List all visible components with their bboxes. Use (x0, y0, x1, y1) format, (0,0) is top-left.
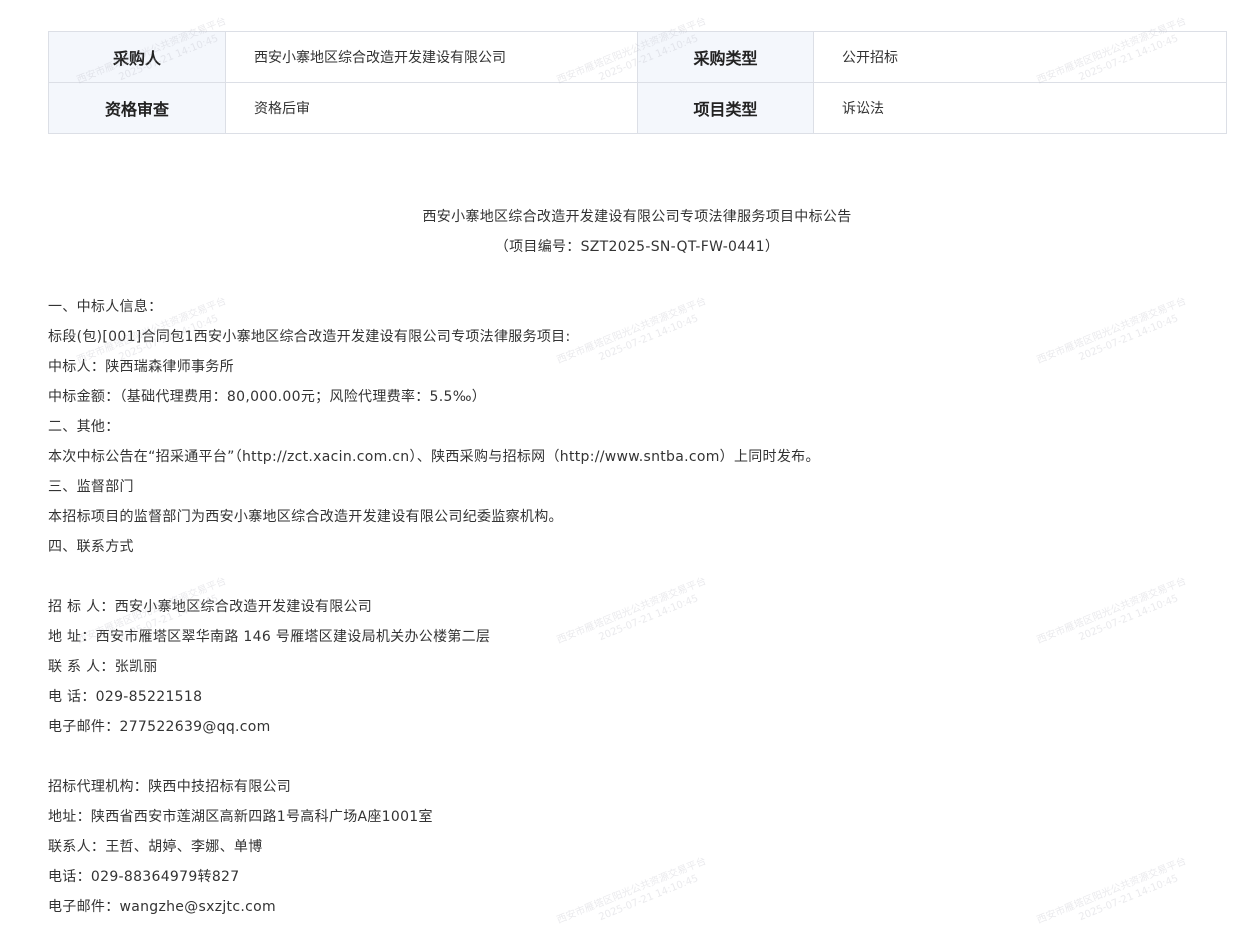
agency-email: 电子邮件：wangzhe@sxzjtc.com (48, 899, 276, 915)
winner-name: 中标人：陕西瑞森律师事务所 (48, 359, 234, 375)
notice-title: 西安小寨地区综合改造开发建设有限公司专项法律服务项目中标公告 (422, 209, 852, 225)
tenderer-name: 招 标 人：西安小寨地区综合改造开发建设有限公司 (48, 599, 373, 615)
info-row: 采购人 西安小寨地区综合改造开发建设有限公司 采购类型 公开招标 (48, 31, 1227, 83)
purchaser-label: 采购人 (48, 31, 226, 83)
project-type-value: 诉讼法 (813, 82, 1227, 134)
other-heading: 二、其他： (48, 419, 120, 435)
qualification-review-value: 资格后审 (225, 82, 638, 134)
purchase-type-value: 公开招标 (813, 31, 1227, 83)
agency-phone: 电话：029-88364979转827 (48, 869, 240, 885)
tenderer-contact: 联 系 人：张凯丽 (48, 659, 158, 675)
agency-contact: 联系人：王哲、胡婷、李娜、单博 (48, 839, 263, 855)
agency-address: 地址：陕西省西安市莲湖区高新四路1号高科广场A座1001室 (48, 809, 433, 825)
lot-info: 标段(包)[001]合同包1西安小寨地区综合改造开发建设有限公司专项法律服务项目… (48, 329, 571, 345)
publish-info: 本次中标公告在“招采通平台”（http://zct.xacin.com.cn）、… (48, 449, 820, 465)
project-info-table: 采购人 西安小寨地区综合改造开发建设有限公司 采购类型 公开招标 资格审查 资格… (48, 31, 1227, 134)
tenderer-email: 电子邮件：277522639@qq.com (48, 719, 271, 735)
agency-name: 招标代理机构：陕西中技招标有限公司 (48, 779, 292, 795)
supervision-heading: 三、监督部门 (48, 479, 134, 495)
winner-heading: 一、中标人信息： (48, 299, 163, 315)
purchaser-value: 西安小寨地区综合改造开发建设有限公司 (225, 31, 638, 83)
supervision-info: 本招标项目的监督部门为西安小寨地区综合改造开发建设有限公司纪委监察机构。 (48, 509, 563, 525)
qualification-review-label: 资格审查 (48, 82, 226, 134)
tenderer-address: 地 址：西安市雁塔区翠华南路 146 号雁塔区建设局机关办公楼第二层 (48, 629, 491, 645)
tenderer-phone: 电 话：029-85221518 (48, 689, 203, 705)
purchase-type-label: 采购类型 (637, 31, 814, 83)
project-number: （项目编号：SZT2025-SN-QT-FW-0441） (494, 239, 780, 255)
project-type-label: 项目类型 (637, 82, 814, 134)
info-row: 资格审查 资格后审 项目类型 诉讼法 (48, 82, 1227, 134)
contact-heading: 四、联系方式 (48, 539, 134, 555)
award-notice: 西安小寨地区综合改造开发建设有限公司专项法律服务项目中标公告 （项目编号：SZT… (48, 202, 1226, 922)
award-amount: 中标金额：（基础代理费用：80,000.00元；风险代理费率：5.5‰） (48, 389, 487, 405)
